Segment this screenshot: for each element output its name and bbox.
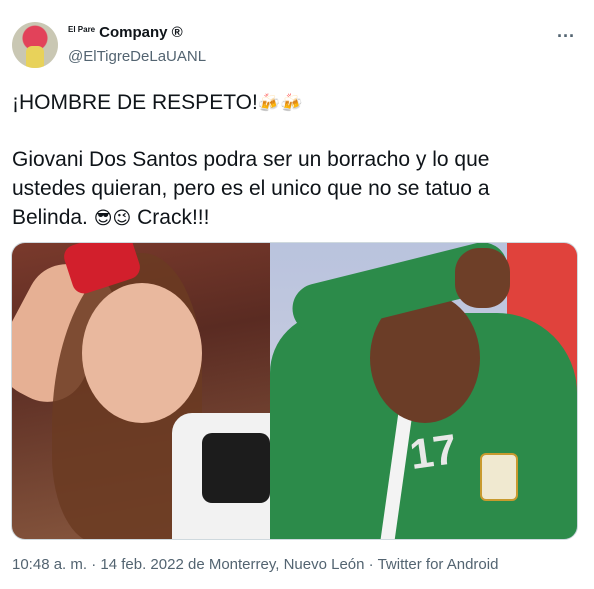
tweet-time[interactable]: 10:48 a. m.	[12, 556, 87, 573]
tweet-meta: 10:48 a. m. · 14 feb. 2022 de Monterrey,…	[12, 556, 498, 573]
display-name-main: Company ®	[99, 24, 183, 41]
more-icon: ···	[557, 25, 575, 46]
tweet-date[interactable]: 14 feb. 2022	[100, 556, 183, 573]
photo-left-lace	[202, 433, 270, 503]
photo-right-hand	[455, 248, 510, 308]
tweet-media[interactable]: 17	[11, 242, 578, 540]
tweet-card: El Pare Company ® @ElTigreDeLaUANL ··· ¡…	[0, 0, 594, 589]
body-text: Giovani Dos Santos podra ser un borracho…	[12, 148, 490, 229]
sunglasses-wink-emoji: 😎😉	[93, 208, 132, 229]
body-ending: Crack!!!	[137, 206, 210, 229]
avatar[interactable]	[12, 22, 58, 68]
user-handle[interactable]: @ElTigreDeLaUANL	[68, 48, 206, 65]
photo-left[interactable]	[12, 243, 270, 539]
photo-right[interactable]: 17	[270, 243, 577, 539]
photo-left-face	[82, 283, 202, 423]
meta-separator: ·	[368, 556, 378, 573]
tweet-text-line1: ¡HOMBRE DE RESPETO!🍻🍻	[12, 88, 572, 117]
display-name-prefix: El Pare	[68, 25, 96, 34]
beer-mugs-emoji: 🍻🍻	[257, 93, 303, 114]
display-name[interactable]: El Pare Company ®	[68, 24, 183, 41]
meta-separator: ·	[91, 556, 101, 573]
tweet-text-body: Giovani Dos Santos podra ser un borracho…	[12, 145, 552, 232]
more-options-button[interactable]: ···	[552, 22, 580, 50]
jersey-number: 17	[406, 424, 460, 479]
tweet-location: de Monterrey, Nuevo León	[187, 556, 365, 573]
tweet-client[interactable]: Twitter for Android	[378, 556, 499, 573]
avatar-figure	[26, 46, 44, 68]
mexico-crest-icon	[480, 453, 518, 501]
headline-text: ¡HOMBRE DE RESPETO!	[12, 91, 258, 114]
